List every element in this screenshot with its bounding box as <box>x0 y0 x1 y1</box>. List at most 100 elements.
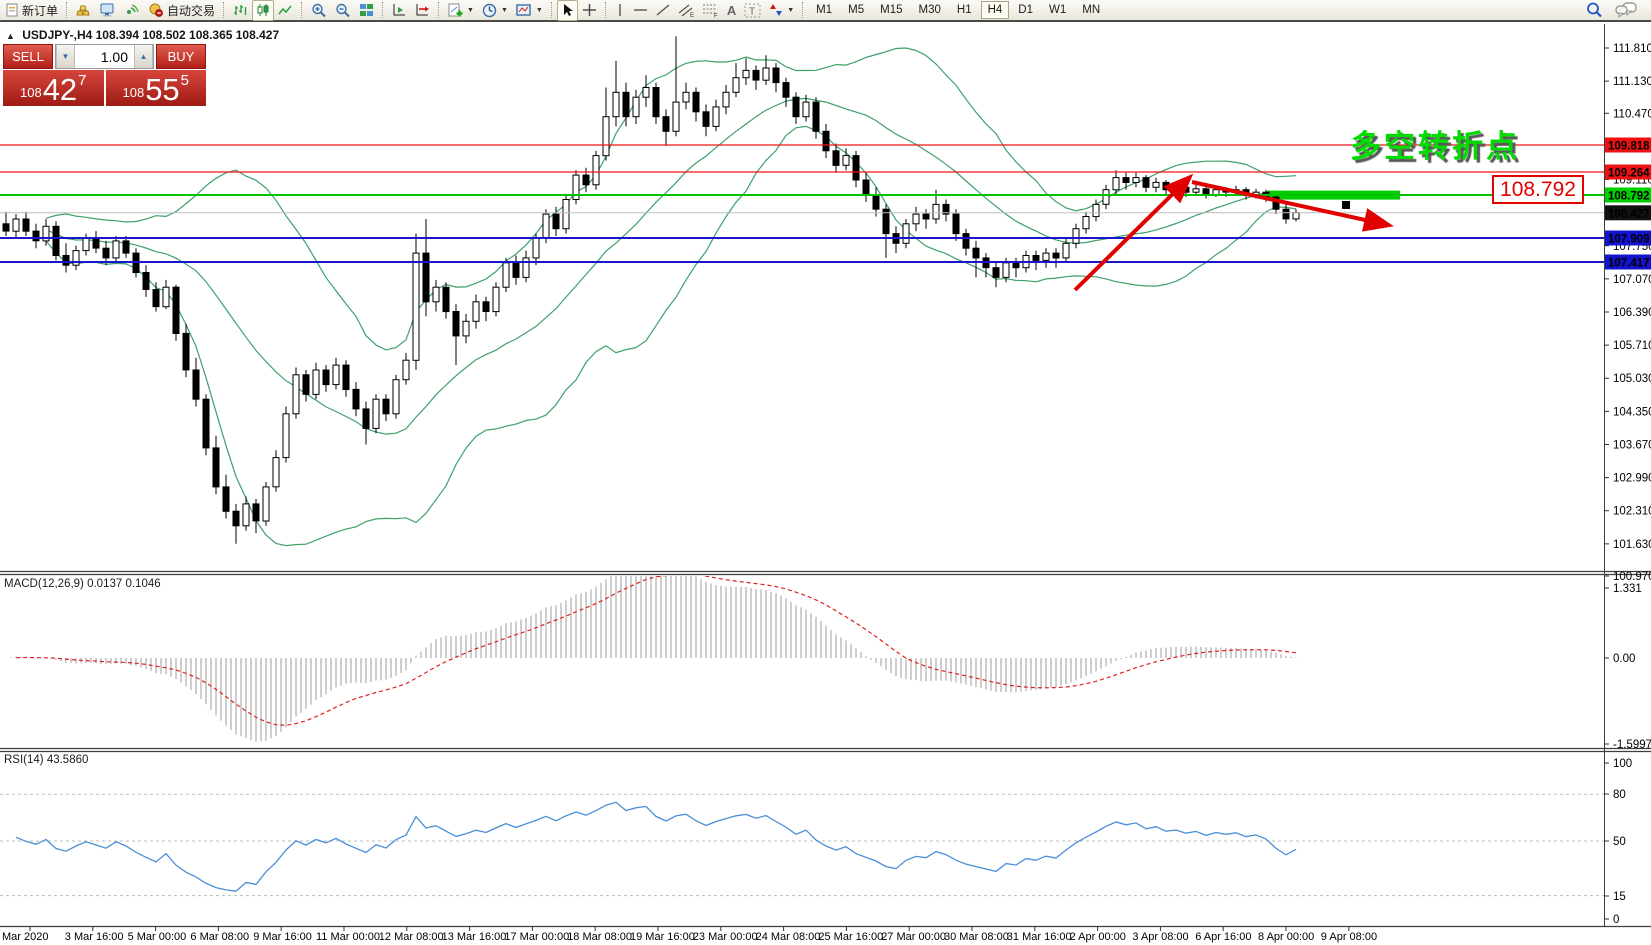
sell-price-figure: 108 <box>20 85 42 100</box>
new-chart-icon <box>448 3 463 18</box>
chart-shift-button[interactable] <box>411 0 434 21</box>
time-axis-label: 25 Mar 16:00 <box>818 931 883 943</box>
zoom-in-button[interactable] <box>307 0 331 21</box>
timeframe-h1-button[interactable]: H1 <box>950 1 979 19</box>
price-axis-label: 102.310 <box>1613 506 1651 518</box>
price-axis-label: 103.670 <box>1613 439 1651 451</box>
volume-decrease-button[interactable]: ▼ <box>56 45 75 68</box>
separator <box>551 2 553 18</box>
timeframe-m30-button[interactable]: M30 <box>912 1 948 19</box>
price-badge-label: 108.792 <box>1608 191 1650 203</box>
channel-icon: E <box>678 3 694 18</box>
rsi-plot[interactable] <box>0 794 1604 895</box>
time-axis-label: 23 Mar 00:00 <box>693 931 758 943</box>
rsi-axis-label: 100 <box>1613 758 1632 770</box>
vertical-line-tool-button[interactable] <box>611 0 629 21</box>
buy-button[interactable]: BUY <box>156 44 206 69</box>
market-button[interactable] <box>72 0 96 21</box>
cursor-tool-button[interactable] <box>557 0 578 21</box>
dropdown-caret-icon: ▼ <box>536 7 543 14</box>
volume-input[interactable] <box>75 45 134 68</box>
trendline-icon <box>656 3 670 17</box>
candles <box>3 36 1299 544</box>
timeframe-m5-button[interactable]: M5 <box>841 1 871 19</box>
text-tool-button[interactable]: A <box>723 0 740 21</box>
volume-increase-button[interactable]: ▲ <box>134 45 153 68</box>
sell-price-display[interactable]: 108 42 7 <box>3 70 104 106</box>
new-chart-button[interactable]: ▼ <box>444 0 478 21</box>
separator <box>605 2 607 18</box>
label-tool-button[interactable]: T <box>740 0 765 21</box>
buy-price-display[interactable]: 108 55 5 <box>106 70 207 106</box>
macd-axis-label: 1.331 <box>1613 583 1642 595</box>
vps-button[interactable] <box>96 0 120 21</box>
gold-bars-icon <box>76 3 92 17</box>
price-axis-label: 110.470 <box>1613 108 1651 120</box>
time-axis-label: 17 Mar 00:00 <box>504 931 569 943</box>
price-chart-plot[interactable] <box>0 36 1604 545</box>
sell-button[interactable]: SELL <box>3 44 53 69</box>
crosshair-tool-button[interactable] <box>578 0 601 21</box>
autotrading-button[interactable]: 自动交易 <box>144 0 219 21</box>
templates-button[interactable]: ▼ <box>512 0 547 21</box>
fibonacci-tool-button[interactable]: F <box>698 0 723 21</box>
timeframe-mn-button[interactable]: MN <box>1075 1 1107 19</box>
price-axis-label: 105.710 <box>1613 340 1651 352</box>
rsi-axis-label: 0 <box>1613 914 1619 926</box>
autotrading-label: 自动交易 <box>167 2 215 19</box>
trendline-tool-button[interactable] <box>652 0 674 21</box>
macd-plot[interactable] <box>6 563 1296 742</box>
rsi-line <box>16 802 1296 891</box>
price-badge-label: 109.818 <box>1608 141 1650 153</box>
price-axis-label: 101.630 <box>1613 539 1651 551</box>
timeframe-d1-button[interactable]: D1 <box>1011 1 1040 19</box>
buy-price-pips: 55 <box>145 75 179 104</box>
chat-icon[interactable] <box>1615 2 1637 18</box>
signals-button[interactable] <box>120 0 144 21</box>
separator <box>382 2 384 18</box>
bar-chart-button[interactable] <box>229 0 252 21</box>
time-axis-label: 8 Apr 00:00 <box>1258 931 1314 943</box>
time-axis-label: 6 Mar 08:00 <box>190 931 249 943</box>
timeframe-h4-button[interactable]: H4 <box>981 1 1010 19</box>
auto-scroll-icon <box>392 3 407 17</box>
zoom-out-icon <box>335 3 351 18</box>
time-axis-label: 30 Mar 08:00 <box>944 931 1009 943</box>
auto-scroll-button[interactable] <box>388 0 411 21</box>
equidistant-channel-tool-button[interactable]: E <box>674 0 698 21</box>
svg-text:E: E <box>690 13 694 18</box>
bar-chart-icon <box>233 3 248 17</box>
price-axis-label: 111.810 <box>1613 43 1651 55</box>
label-tool-icon: T <box>744 3 761 18</box>
zoom-out-button[interactable] <box>331 0 355 21</box>
line-chart-button[interactable] <box>274 0 297 21</box>
time-axis-label: 13 Mar 16:00 <box>442 931 507 943</box>
timeframe-m1-button[interactable]: M1 <box>809 1 839 19</box>
price-axis-label: 111.130 <box>1613 76 1651 88</box>
macd-indicator-label: MACD(12,26,9) 0.0137 0.1046 <box>4 578 161 590</box>
tile-windows-button[interactable] <box>355 0 378 21</box>
separator <box>301 2 303 18</box>
time-axis-label: Mar 2020 <box>2 931 48 943</box>
candlestick-chart-button[interactable] <box>252 0 274 21</box>
new-order-icon <box>6 3 19 17</box>
macd-axis-label: 0.00 <box>1613 653 1635 665</box>
timeframe-m15-button[interactable]: M15 <box>873 1 909 19</box>
vertical-line-icon <box>615 3 625 17</box>
timeframe-w1-button[interactable]: W1 <box>1042 1 1073 19</box>
arrows-tool-button[interactable]: ▼ <box>765 0 798 21</box>
new-order-label: 新订单 <box>22 2 58 19</box>
horizontal-line-tool-button[interactable] <box>629 0 652 21</box>
new-order-button[interactable]: 新订单 <box>2 0 62 21</box>
one-click-collapse-icon[interactable]: ▲ <box>6 31 15 41</box>
price-axis-label: 107.070 <box>1613 274 1651 286</box>
search-icon[interactable] <box>1586 2 1603 18</box>
text-tool-icon: A <box>727 3 736 18</box>
price-badge-label: 109.264 <box>1608 168 1650 180</box>
volume-control: ▼ ▲ <box>55 44 154 69</box>
clock-icon <box>482 3 497 18</box>
time-axis-label: 11 Mar 00:00 <box>316 931 380 943</box>
time-axis-label: 18 Mar 08:00 <box>567 931 632 943</box>
symbol-ohlc-text: USDJPY-,H4 108.394 108.502 108.365 108.4… <box>22 28 279 42</box>
periods-button[interactable]: ▼ <box>478 0 512 21</box>
